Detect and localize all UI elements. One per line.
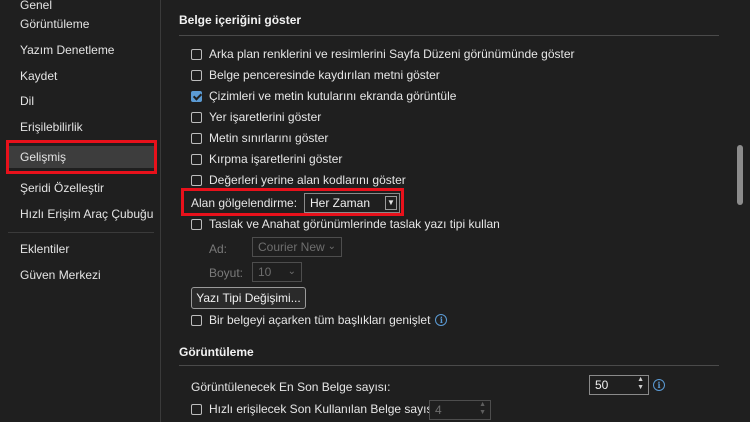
sidebar-item-hizli-erisim[interactable]: Hızlı Erişim Araç Çubuğu (8, 203, 154, 225)
option-label: Taslak ve Anahat görünümlerinde taslak y… (209, 217, 500, 231)
sidebar-item-seridi-ozellestir[interactable]: Şeridi Özelleştir (8, 177, 154, 199)
scrollbar-thumb[interactable] (737, 145, 743, 205)
option-label: Metin sınırlarını göster (209, 131, 329, 145)
sidebar-item-erisilebilirlik[interactable]: Erişilebilirlik (8, 116, 154, 138)
checkbox[interactable] (191, 111, 202, 123)
section-title-goruntuleme: Görüntüleme (179, 345, 254, 359)
chevron-down-icon: ⌄ (327, 241, 336, 252)
checkbox[interactable] (191, 69, 202, 81)
option-taslak-yazi-tipi[interactable]: Taslak ve Anahat görünümlerinde taslak y… (191, 215, 500, 233)
font-name-dropdown[interactable]: Courier New ⌄ (252, 237, 342, 257)
option-basliklari-genislet[interactable]: Bir belgeyi açarken tüm başlıkları geniş… (191, 311, 448, 329)
checkbox[interactable] (191, 314, 202, 326)
font-size-dropdown[interactable]: 10 ⌄ (252, 262, 302, 282)
option-label: Arka plan renklerini ve resimlerini Sayf… (209, 47, 575, 61)
option-metin-sinirlari[interactable]: Metin sınırlarını göster (191, 129, 328, 147)
recent-docs-spinner[interactable]: 50 ▲ ▼ (589, 375, 649, 395)
option-kirpma[interactable]: Kırpma işaretlerini göster (191, 150, 342, 168)
sidebar-item-goruntuleme[interactable]: Görüntüleme (8, 13, 154, 35)
info-icon[interactable]: i (653, 379, 665, 391)
sidebar-item-yazim-denetleme[interactable]: Yazım Denetleme (8, 39, 154, 61)
font-size-label: Boyut: (209, 266, 244, 280)
option-arka-plan[interactable]: Arka plan renklerini ve resimlerini Sayf… (191, 45, 575, 63)
recent-docs-label: Görüntülenecek En Son Belge sayısı: (191, 380, 391, 394)
section-divider (179, 35, 719, 36)
checkbox[interactable] (191, 403, 202, 415)
highlight-box-alan-golgelendirme (181, 188, 404, 216)
spinner-arrows-icon[interactable]: ▲ ▼ (479, 401, 486, 417)
option-label: Yer işaretlerini göster (209, 110, 322, 124)
section-divider (179, 365, 719, 366)
checkbox[interactable] (191, 174, 202, 186)
spinner-arrows-icon[interactable]: ▲ ▼ (637, 376, 644, 392)
option-label: Kırpma işaretlerini göster (209, 152, 343, 166)
options-sidebar: Genel Görüntüleme Yazım Denetleme Kaydet… (0, 0, 161, 422)
option-kaydirilan-metin[interactable]: Belge penceresinde kaydırılan metni göst… (191, 66, 440, 84)
font-substitution-button[interactable]: Yazı Tipi Değişimi... (191, 287, 306, 309)
chevron-down-icon: ⌄ (287, 266, 296, 277)
option-hizli-erisim-belge[interactable]: Hızlı erişilecek Son Kullanılan Belge sa… (191, 400, 439, 418)
quick-access-spinner[interactable]: 4 ▲ ▼ (429, 400, 491, 420)
checkbox-checked[interactable] (191, 90, 202, 102)
checkbox[interactable] (191, 153, 202, 165)
dropdown-value: 10 (258, 265, 272, 279)
option-label: Değerleri yerine alan kodlarını göster (209, 173, 406, 187)
checkbox[interactable] (191, 48, 202, 60)
sidebar-item-dil[interactable]: Dil (8, 90, 154, 112)
info-icon[interactable]: i (435, 314, 448, 326)
option-label: Belge penceresinde kaydırılan metni göst… (209, 68, 440, 82)
spinner-value: 4 (435, 403, 442, 417)
option-alan-kodlari[interactable]: Değerleri yerine alan kodlarını göster (191, 171, 406, 189)
option-label: Hızlı erişilecek Son Kullanılan Belge sa… (209, 402, 440, 416)
highlight-box-gelismis (6, 140, 157, 174)
option-label: Bir belgeyi açarken tüm başlıkları geniş… (209, 313, 431, 327)
checkbox[interactable] (191, 218, 202, 230)
option-label: Çizimleri ve metin kutularını ekranda gö… (209, 89, 457, 103)
sidebar-item-guven-merkezi[interactable]: Güven Merkezi (8, 264, 154, 286)
dropdown-value: Courier New (258, 240, 325, 254)
sidebar-item-eklentiler[interactable]: Eklentiler (8, 238, 154, 260)
sidebar-item-kaydet[interactable]: Kaydet (8, 65, 154, 87)
font-name-label: Ad: (209, 242, 228, 256)
option-yer-isaretleri[interactable]: Yer işaretlerini göster (191, 108, 321, 126)
vertical-scrollbar[interactable] (729, 0, 750, 422)
section-title-belge-icerigi: Belge içeriğini göster (179, 13, 302, 27)
option-cizimler[interactable]: Çizimleri ve metin kutularını ekranda gö… (191, 87, 456, 105)
spinner-value: 50 (595, 378, 609, 392)
sidebar-divider (8, 232, 154, 233)
checkbox[interactable] (191, 132, 202, 144)
